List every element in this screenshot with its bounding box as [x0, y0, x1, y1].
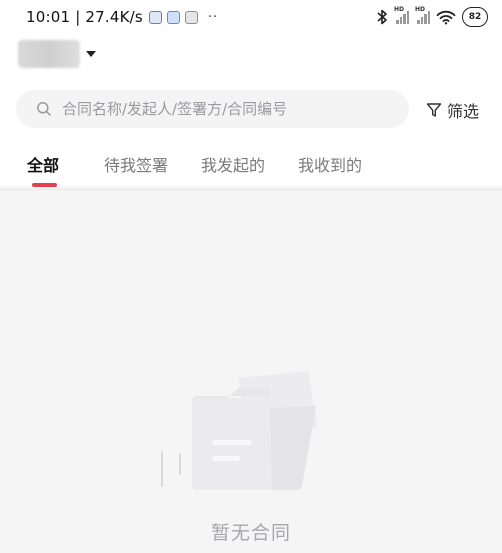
tab-bar: 全部 待我签署 我发起的 我收到的 [0, 146, 502, 187]
app-notification-icon [166, 10, 180, 24]
empty-folder-icon [161, 371, 318, 490]
caret-down-icon [86, 51, 96, 57]
status-bar: 10:01 | 27.4K/s ·· HD HD 82 [0, 0, 502, 34]
battery-indicator: 82 [462, 7, 488, 27]
app-notification-icon [184, 10, 198, 24]
more-notifications-icon: ·· [207, 9, 219, 25]
cell-signal-icon: HD [394, 6, 409, 24]
notification-icons [148, 10, 198, 24]
hd-label: HD [394, 6, 405, 13]
wifi-icon [436, 10, 456, 24]
page-header: 筛选 全部 待我签署 我发起的 我收到的 [0, 34, 502, 187]
empty-state-text: 暂无合同 [210, 522, 291, 544]
filter-button[interactable]: 筛选 [426, 98, 479, 122]
cell-signal-icon: HD [415, 6, 430, 24]
account-switcher[interactable] [18, 40, 96, 68]
filter-label: 筛选 [447, 102, 480, 121]
tab-received-by-me[interactable]: 我收到的 [298, 152, 362, 176]
active-tab-indicator [32, 183, 57, 187]
tab-all[interactable]: 全部 [27, 152, 59, 176]
tab-initiated-by-me[interactable]: 我发起的 [201, 152, 265, 176]
status-right-icons: HD HD 82 [376, 6, 488, 27]
filter-icon [426, 103, 442, 117]
search-icon [37, 102, 51, 116]
search-bar[interactable] [16, 90, 409, 128]
tab-pending-my-signature[interactable]: 待我签署 [104, 152, 168, 176]
status-time-speed: 10:01 | 27.4K/s [26, 8, 143, 26]
bluetooth-icon [377, 9, 387, 25]
search-input[interactable] [62, 100, 392, 118]
contracts-screen: 10:01 | 27.4K/s ·· HD HD 82 合同名称/发起人/签署方… [0, 0, 502, 553]
divider [0, 189, 502, 190]
app-notification-icon [148, 10, 162, 24]
hd-label: HD [415, 6, 426, 13]
account-name-blurred [18, 40, 80, 68]
